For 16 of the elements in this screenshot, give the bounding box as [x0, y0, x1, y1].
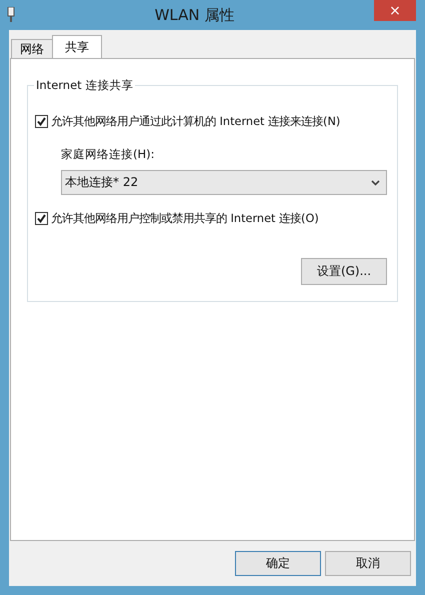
checkbox-label: 允许其他网络用户控制或禁用共享的 Internet 连接(O) [51, 211, 319, 226]
dialog-button[interactable]: 取消 [325, 551, 411, 576]
tab[interactable]: 共享 [52, 35, 102, 58]
close-button[interactable]: × [374, 0, 416, 21]
checkbox[interactable] [35, 115, 48, 128]
window-title: WLAN 属性 [154, 6, 236, 24]
settings-button[interactable]: 设置(G)... [301, 258, 387, 285]
field-label: 家庭网络连接(H): [61, 147, 156, 162]
network-adapter-icon [7, 7, 15, 23]
dropdown[interactable]: 本地连接* 22 [61, 170, 387, 195]
tab[interactable]: 网络 [11, 39, 53, 58]
dialog-button[interactable]: 确定 [235, 551, 321, 576]
group-title: Internet 连接共享 [34, 78, 136, 93]
checkbox-label: 允许其他网络用户通过此计算机的 Internet 连接来连接(N) [51, 114, 340, 129]
chevron-down-icon [371, 180, 380, 186]
checkbox[interactable] [35, 212, 48, 225]
